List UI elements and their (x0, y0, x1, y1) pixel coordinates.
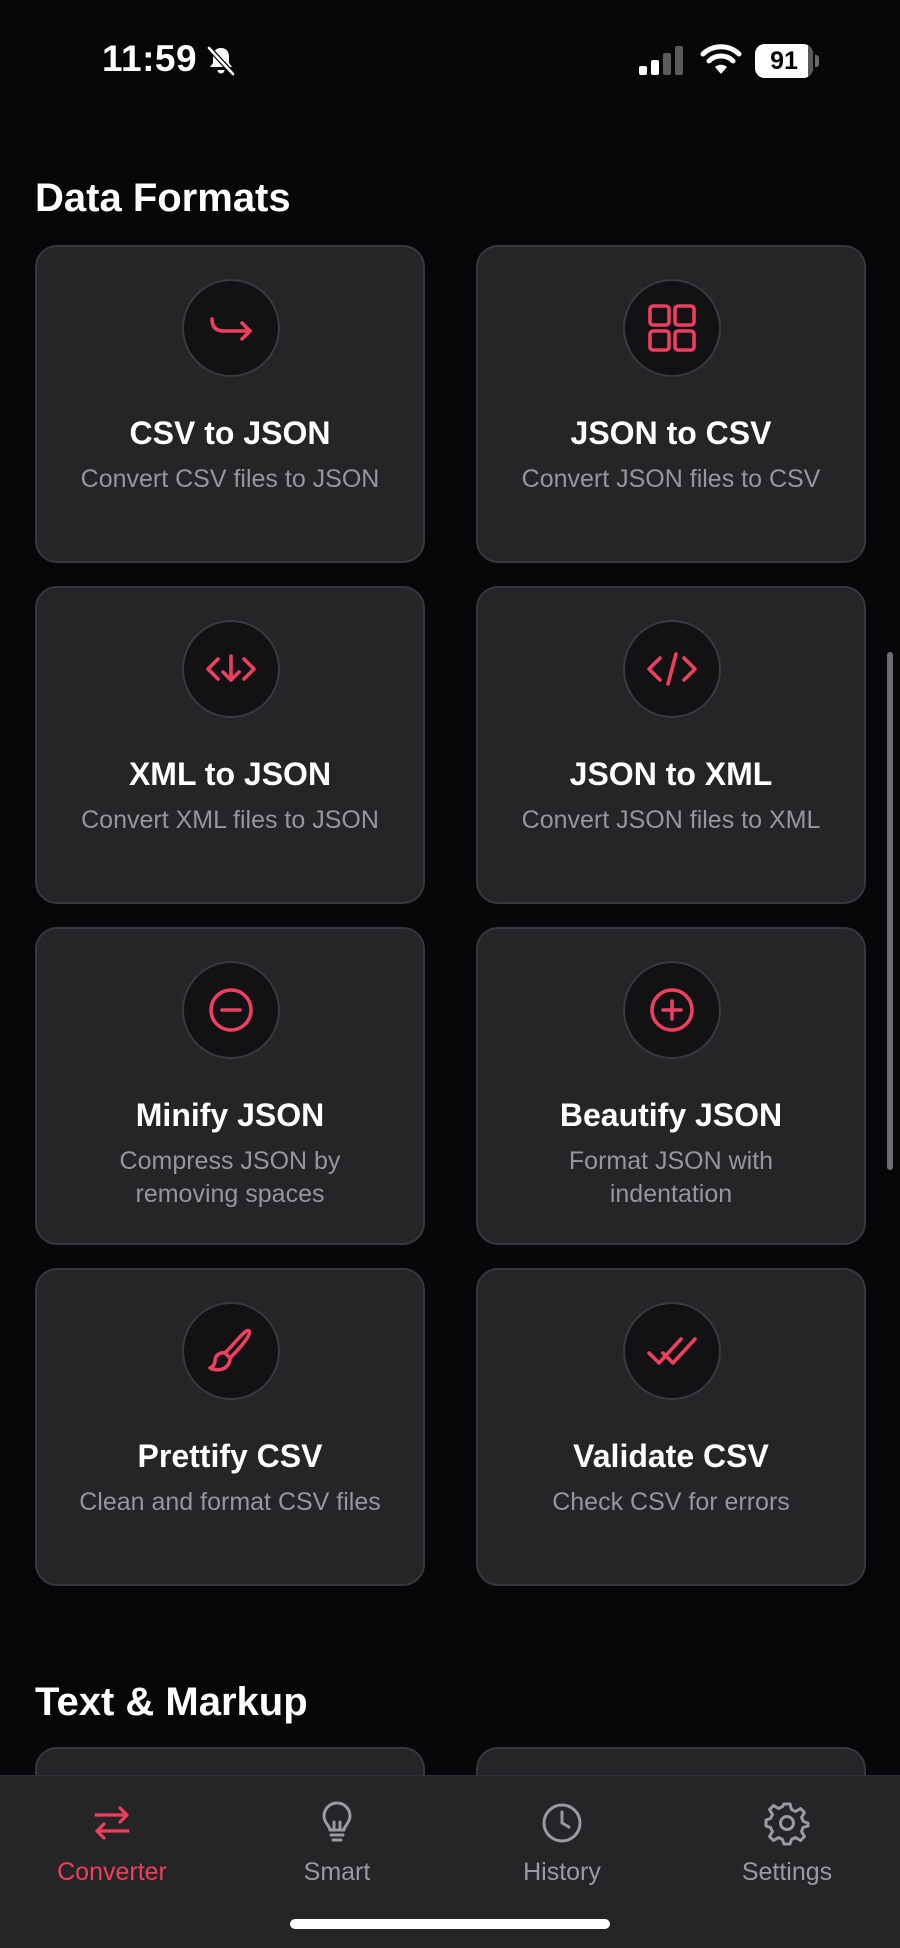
wifi-icon (700, 44, 742, 74)
card-title: JSON to XML (569, 756, 773, 792)
card-description: Convert JSON files to XML (521, 806, 821, 834)
swap-arrows-icon (94, 1806, 130, 1840)
lightbulb-icon (322, 1801, 352, 1842)
code-icon (647, 652, 697, 686)
tab-label: Settings (741, 1858, 833, 1886)
card-title: CSV to JSON (129, 415, 331, 451)
tab-label: Converter (57, 1858, 167, 1886)
tab-label: Smart (303, 1858, 371, 1886)
tab-converter[interactable]: Converter (27, 1800, 197, 1900)
double-check-icon (647, 1337, 697, 1365)
tab-label: History (523, 1858, 601, 1886)
card-title: Beautify JSON (559, 1097, 783, 1133)
battery-indicator: 91 (755, 44, 819, 78)
brush-icon (208, 1328, 252, 1372)
card-description: Convert CSV files to JSON (80, 465, 380, 493)
cellular-signal-icon (639, 46, 683, 75)
card-json-to-xml[interactable]: JSON to XML Convert JSON files to XML (476, 586, 866, 904)
minus-circle-icon (209, 988, 253, 1032)
plus-circle-icon (650, 988, 694, 1032)
card-title: XML to JSON (128, 756, 332, 792)
status-bar: 11:59 91 (0, 0, 900, 120)
scroll-indicator[interactable] (887, 652, 893, 1170)
card-description: Convert XML files to JSON (81, 806, 379, 834)
arrow-hook-right-icon (210, 317, 252, 341)
card-prettify-csv[interactable]: Prettify CSV Clean and format CSV files (35, 1268, 425, 1586)
app-screen: 11:59 91 Data Formats CSV to JSON Conver… (0, 0, 900, 1948)
status-time: 11:59 (102, 38, 198, 79)
bell-slash-icon (207, 46, 235, 76)
tab-history[interactable]: History (477, 1800, 647, 1900)
card-xml-to-json[interactable]: XML to JSON Convert XML files to JSON (35, 586, 425, 904)
tab-smart[interactable]: Smart (252, 1800, 422, 1900)
card-description: Format JSON with indentation (568, 1147, 774, 1208)
card-description: Check CSV for errors (552, 1488, 790, 1516)
card-description: Clean and format CSV files (79, 1488, 381, 1516)
gear-icon (764, 1802, 810, 1846)
grid-icon (648, 304, 696, 352)
card-title: JSON to CSV (570, 415, 772, 451)
code-download-icon (206, 654, 256, 682)
card-title: Validate CSV (573, 1438, 769, 1474)
card-title: Prettify CSV (137, 1438, 323, 1474)
section-title-text-markup: Text & Markup (35, 1680, 308, 1724)
card-title: Minify JSON (135, 1097, 325, 1133)
card-validate-csv[interactable]: Validate CSV Check CSV for errors (476, 1268, 866, 1586)
home-indicator[interactable] (290, 1919, 610, 1929)
card-csv-to-json[interactable]: CSV to JSON Convert CSV files to JSON (35, 245, 425, 563)
card-beautify-json[interactable]: Beautify JSON Format JSON with indentati… (476, 927, 866, 1245)
card-minify-json[interactable]: Minify JSON Compress JSON by removing sp… (35, 927, 425, 1245)
section-title-data-formats: Data Formats (35, 176, 291, 220)
card-json-to-csv[interactable]: JSON to CSV Convert JSON files to CSV (476, 245, 866, 563)
card-description: Compress JSON by removing spaces (119, 1147, 341, 1208)
battery-label: 91 (770, 47, 798, 75)
tab-settings[interactable]: Settings (702, 1800, 872, 1900)
card-description: Convert JSON files to CSV (521, 465, 821, 493)
clock-icon (542, 1803, 582, 1843)
